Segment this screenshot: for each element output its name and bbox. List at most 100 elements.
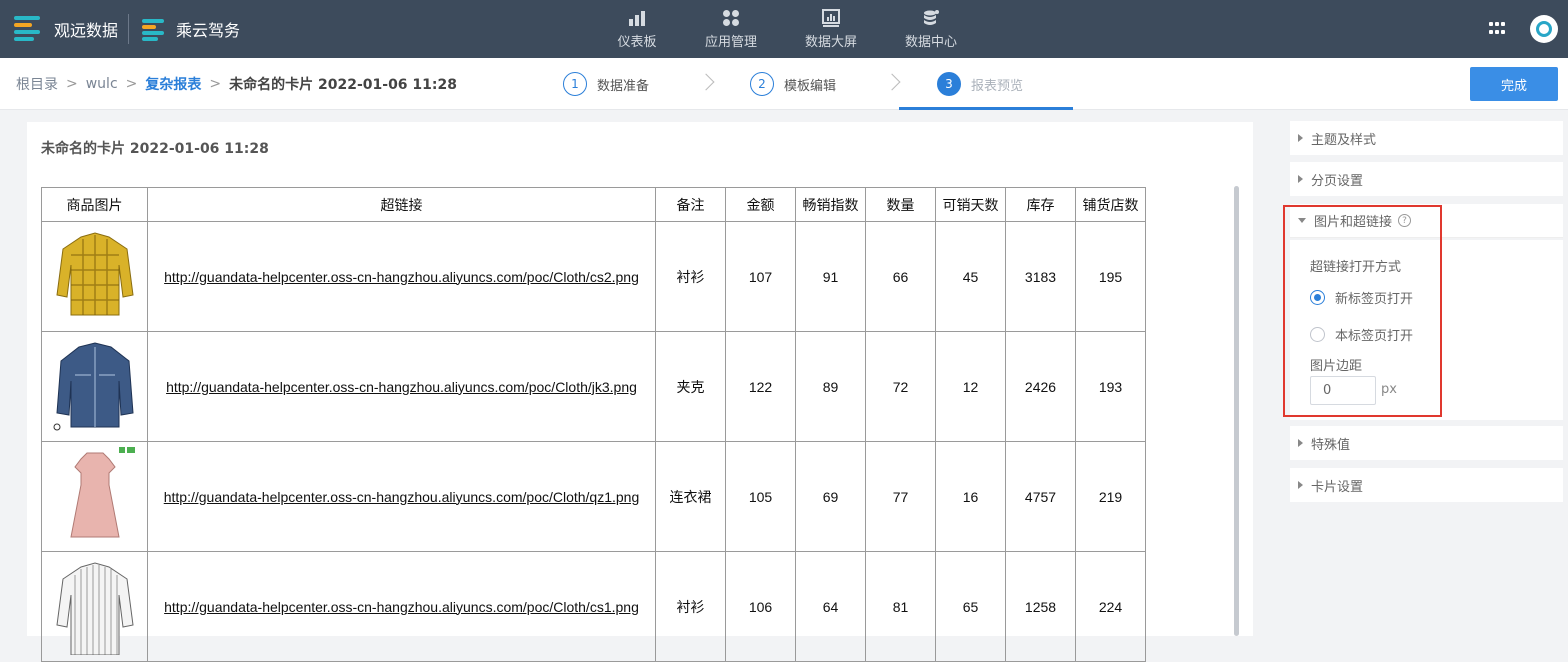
hyperlink-cell[interactable]: http://guandata-helpcenter.oss-cn-hangzh… <box>147 331 656 442</box>
days-cell: 12 <box>935 331 1006 442</box>
section-label: 图片和超链接 <box>1314 215 1393 230</box>
breadcrumb-report[interactable]: 复杂报表 <box>145 74 201 94</box>
step-label: 报表预览 <box>971 78 1024 94</box>
product-image-cell <box>41 221 148 332</box>
col-header: 数量 <box>865 187 936 222</box>
table-row: http://guandata-helpcenter.oss-cn-hangzh… <box>41 221 1146 332</box>
qty-cell: 72 <box>865 331 936 442</box>
section-label: 卡片设置 <box>1311 479 1364 495</box>
collapse-triangle-icon <box>1298 218 1306 223</box>
stock-cell: 3183 <box>1005 221 1076 332</box>
col-header: 超链接 <box>147 187 656 222</box>
stock-cell: 2426 <box>1005 331 1076 442</box>
amount-cell: 122 <box>725 331 796 442</box>
note-cell: 夹克 <box>655 331 726 442</box>
step-label: 模板编辑 <box>784 78 837 94</box>
nav-dashboard[interactable]: 仪表板 <box>612 0 662 58</box>
days-cell: 65 <box>935 551 1006 662</box>
section-special-values[interactable]: 特殊值 <box>1290 426 1563 460</box>
col-header: 可销天数 <box>935 187 1006 222</box>
hyperlink-cell[interactable]: http://guandata-helpcenter.oss-cn-hangzh… <box>147 441 656 552</box>
section-image-hyperlink[interactable]: 图片和超链接 ? <box>1290 204 1563 238</box>
expand-triangle-icon <box>1298 439 1303 447</box>
brand-guandata[interactable]: 观远数据 <box>14 0 118 58</box>
breadcrumb-sep: > <box>125 76 138 92</box>
breadcrumb-current: 未命名的卡片 2022-01-06 11:28 <box>229 77 457 93</box>
expand-triangle-icon <box>1298 481 1303 489</box>
qty-cell: 81 <box>865 551 936 662</box>
product-image-cell <box>41 551 148 662</box>
denim-jacket-image[interactable] <box>51 335 139 435</box>
app-launcher-icon[interactable] <box>1489 22 1507 36</box>
nav-app-management[interactable]: 应用管理 <box>700 0 762 58</box>
nav-data-center[interactable]: 数据中心 <box>900 0 962 58</box>
product-image-cell <box>41 331 148 442</box>
image-padding-label: 图片边距 <box>1310 359 1363 374</box>
section-label: 主题及样式 <box>1311 132 1377 148</box>
col-header: 金额 <box>725 187 796 222</box>
brand-secondary[interactable]: 乘云驾务 <box>142 0 240 58</box>
hyperlink-cell[interactable]: http://guandata-helpcenter.oss-cn-hangzh… <box>147 551 656 662</box>
section-paging[interactable]: 分页设置 <box>1290 162 1563 196</box>
guandata-logo-icon <box>14 14 42 44</box>
stores-cell: 224 <box>1075 551 1146 662</box>
sub-header: 根目录 > wulc > 复杂报表 > 未命名的卡片 2022-01-06 11… <box>0 58 1568 110</box>
amount-cell: 107 <box>725 221 796 332</box>
step-report-preview[interactable]: 3 报表预览 <box>937 58 1023 110</box>
preview-scrollbar[interactable] <box>1234 186 1239 636</box>
table-row: http://guandata-helpcenter.oss-cn-hangzh… <box>41 551 1146 662</box>
section-theme-style[interactable]: 主题及样式 <box>1290 121 1563 155</box>
table-header-row: 商品图片 超链接 备注 金额 畅销指数 数量 可销天数 库存 铺货店数 <box>41 187 1146 222</box>
step-number: 2 <box>750 72 774 96</box>
step-data-prep[interactable]: 1 数据准备 <box>563 58 649 110</box>
avatar-icon <box>1536 21 1552 37</box>
radio-label: 本标签页打开 <box>1335 329 1414 344</box>
brand-primary-label: 观远数据 <box>54 21 119 40</box>
database-icon <box>924 9 939 25</box>
nav-data-screen-label: 数据大屏 <box>804 34 857 50</box>
radio-checked-icon <box>1310 290 1325 305</box>
help-icon[interactable]: ? <box>1398 214 1412 227</box>
finish-button[interactable]: 完成 <box>1470 67 1558 101</box>
brand-divider <box>128 14 129 44</box>
breadcrumb-folder[interactable]: wulc <box>86 76 118 92</box>
hyperlink-cell[interactable]: http://guandata-helpcenter.oss-cn-hangzh… <box>147 221 656 332</box>
image-padding-input[interactable] <box>1310 376 1376 405</box>
yellow-shirt-image[interactable] <box>51 225 139 325</box>
apps-grid-icon <box>723 9 739 26</box>
radio-new-tab[interactable]: 新标签页打开 <box>1310 288 1413 307</box>
pink-dress-image[interactable] <box>51 445 139 545</box>
radio-label: 新标签页打开 <box>1335 292 1414 307</box>
section-card-settings[interactable]: 卡片设置 <box>1290 468 1563 502</box>
col-header: 商品图片 <box>41 187 148 222</box>
step-chevron-icon <box>883 73 901 91</box>
bar-chart-icon <box>629 10 645 26</box>
step-chevron-icon <box>697 73 715 91</box>
section-label: 分页设置 <box>1311 173 1364 189</box>
striped-shirt-image[interactable] <box>51 555 139 656</box>
qty-cell: 66 <box>865 221 936 332</box>
days-cell: 16 <box>935 441 1006 552</box>
breadcrumb-root[interactable]: 根目录 <box>16 74 58 94</box>
radio-same-tab[interactable]: 本标签页打开 <box>1310 325 1413 344</box>
nav-app-management-label: 应用管理 <box>704 34 757 50</box>
note-cell: 衬衫 <box>655 221 726 332</box>
image-hyperlink-settings: 超链接打开方式 新标签页打开 本标签页打开 图片边距 px <box>1290 240 1563 420</box>
step-number: 3 <box>937 72 961 96</box>
qty-cell: 77 <box>865 441 936 552</box>
step-template-edit[interactable]: 2 模板编辑 <box>750 58 836 110</box>
open-mode-label: 超链接打开方式 <box>1310 260 1402 275</box>
col-header: 畅销指数 <box>795 187 866 222</box>
breadcrumb-sep: > <box>66 76 78 92</box>
amount-cell: 106 <box>725 551 796 662</box>
brand-secondary-label: 乘云驾务 <box>176 21 241 40</box>
nav-data-center-label: 数据中心 <box>904 34 957 50</box>
col-header: 库存 <box>1005 187 1076 222</box>
stock-cell: 4757 <box>1005 441 1076 552</box>
col-header: 铺货店数 <box>1075 187 1146 222</box>
top-nav-bar: 观远数据 乘云驾务 仪表板 应用管理 数据大屏 数据中心 <box>0 0 1568 58</box>
nav-data-screen[interactable]: 数据大屏 <box>800 0 862 58</box>
step-number: 1 <box>563 72 587 96</box>
user-avatar[interactable] <box>1530 15 1558 43</box>
stock-cell: 1258 <box>1005 551 1076 662</box>
